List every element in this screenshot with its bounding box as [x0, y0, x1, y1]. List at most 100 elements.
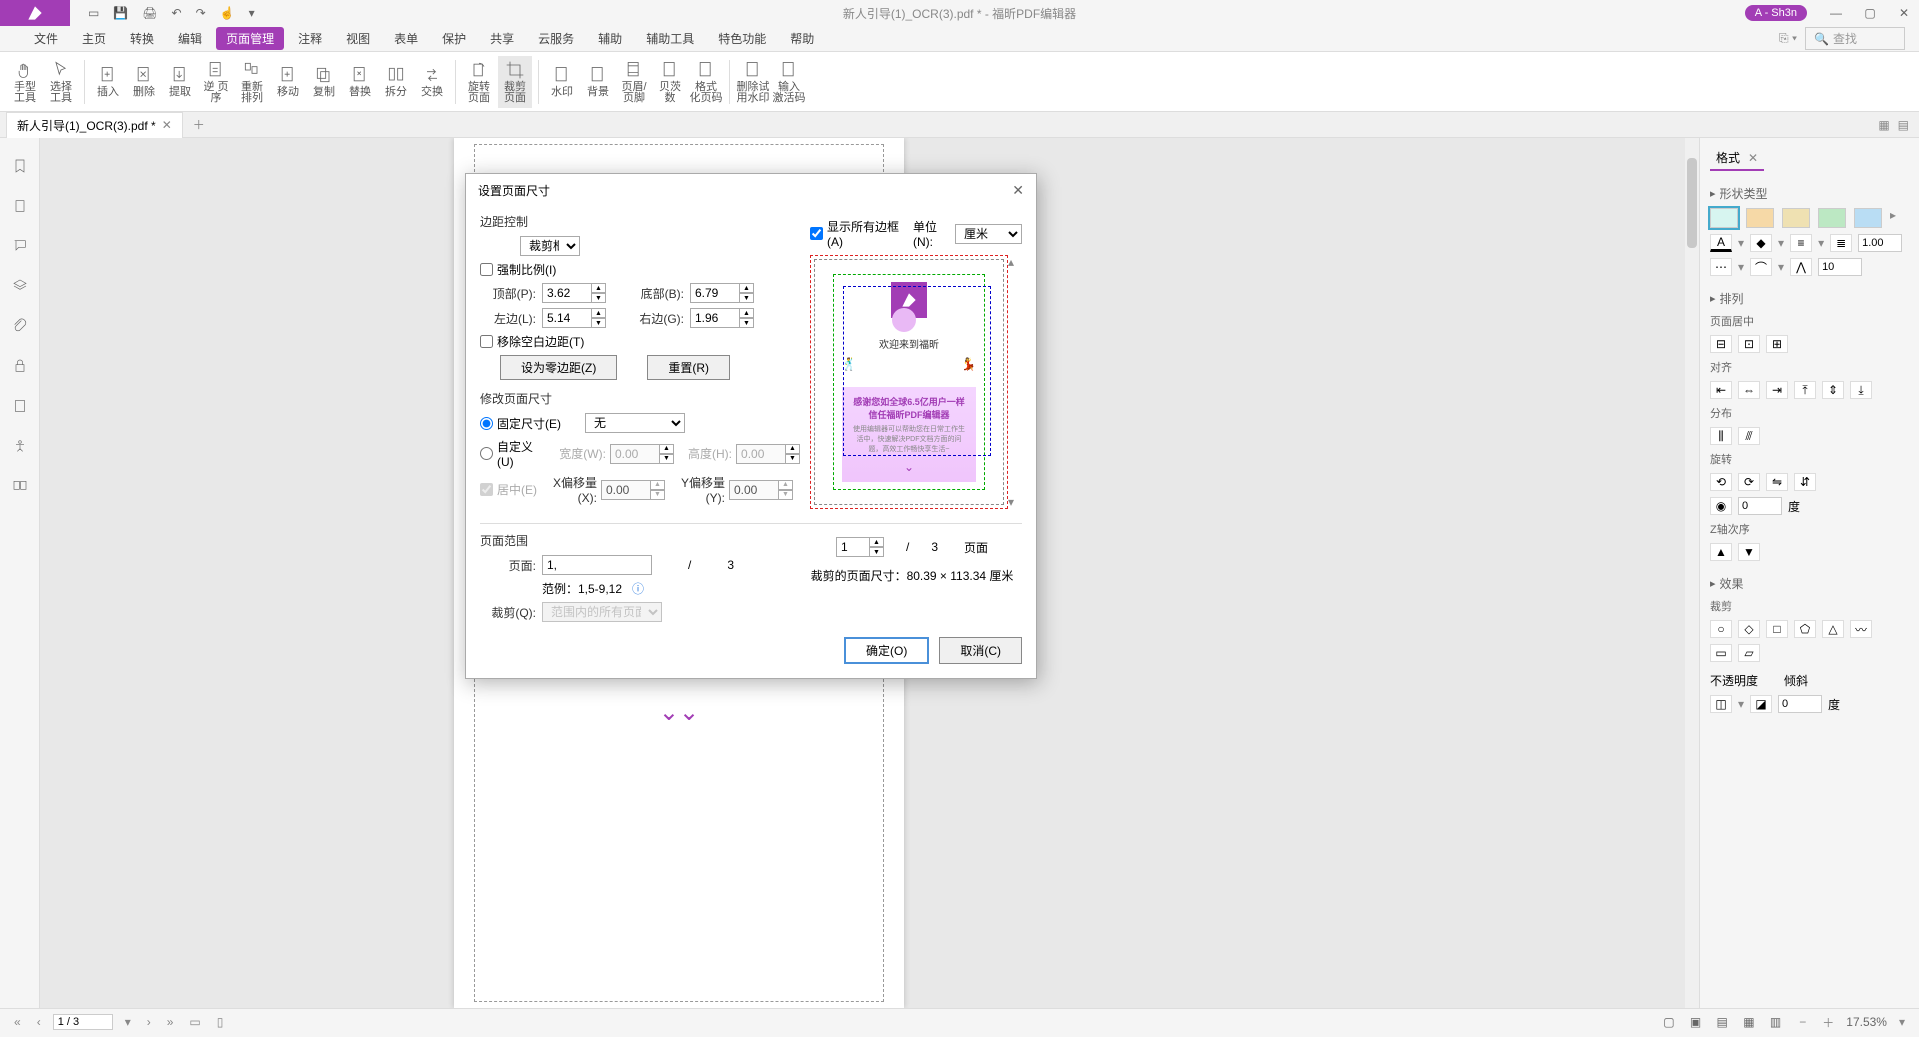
ribbon-reverse[interactable]: 逆 页序: [199, 56, 233, 108]
swatch-4[interactable]: [1818, 208, 1846, 228]
align-bottom-button[interactable]: ⤓: [1850, 381, 1872, 399]
tilt-input[interactable]: [1778, 695, 1822, 713]
ribbon-select-tool[interactable]: 选择 工具: [44, 56, 78, 108]
ribbon-mode-icon[interactable]: ⎘ ▾: [1779, 31, 1797, 46]
minimize-button[interactable]: —: [1821, 0, 1851, 26]
vertical-scrollbar[interactable]: [1685, 138, 1699, 1008]
crop-shape-6[interactable]: 〰: [1850, 620, 1872, 638]
zoom-level[interactable]: 17.53%: [1846, 1015, 1887, 1029]
remove-white-checkbox[interactable]: [480, 335, 493, 348]
zoom-in-button[interactable]: ＋: [1818, 1014, 1838, 1031]
accessibility-icon[interactable]: [12, 438, 28, 454]
grid-view-icon[interactable]: ▦: [1878, 118, 1889, 132]
ribbon-header-footer[interactable]: 页眉/ 页脚: [617, 56, 651, 108]
rotate-right-button[interactable]: ⟳: [1738, 473, 1760, 491]
preview-scroll-up[interactable]: ▴: [1008, 255, 1022, 269]
menu-home[interactable]: 主页: [72, 27, 116, 50]
dash-button[interactable]: ⋯: [1710, 258, 1732, 276]
document-tab[interactable]: 新人引导(1)_OCR(3).pdf * ✕: [6, 112, 183, 138]
crop-shape-5[interactable]: △: [1822, 620, 1844, 638]
crop-shape-8[interactable]: ▱: [1738, 644, 1760, 662]
menu-convert[interactable]: 转换: [120, 27, 164, 50]
security-icon[interactable]: [12, 358, 28, 374]
maximize-button[interactable]: ▢: [1855, 0, 1885, 26]
send-back-button[interactable]: ▼: [1738, 543, 1760, 561]
layout-icons[interactable]: ▢ ▣ ▤ ▦ ▥: [1663, 1015, 1787, 1029]
line-style-button[interactable]: ≡: [1790, 234, 1812, 252]
zoom-out-button[interactable]: −: [1795, 1015, 1810, 1029]
ribbon-page-number[interactable]: 格式 化页码: [689, 56, 723, 108]
show-all-boxes-checkbox[interactable]: [810, 227, 823, 240]
menu-form[interactable]: 表单: [384, 27, 428, 50]
pages-icon[interactable]: [12, 198, 28, 214]
ribbon-remove-trial-watermark[interactable]: 删除试 用水印: [736, 56, 770, 108]
tilt-icon[interactable]: ◪: [1750, 695, 1772, 713]
page-range-input[interactable]: [542, 555, 652, 575]
line-weight-button[interactable]: ≣: [1830, 234, 1852, 252]
align-middle-button[interactable]: ⇕: [1822, 381, 1844, 399]
dialog-close-button[interactable]: ✕: [1012, 182, 1024, 199]
bottom-input[interactable]: [690, 283, 740, 303]
menu-protect[interactable]: 保护: [432, 27, 476, 50]
swatch-3[interactable]: [1782, 208, 1810, 228]
preview-scroll-down[interactable]: ▾: [1008, 495, 1022, 509]
force-ratio-checkbox[interactable]: [480, 263, 493, 276]
align-left-button[interactable]: ⇤: [1710, 381, 1732, 399]
opacity-icon[interactable]: ◫: [1710, 695, 1732, 713]
ribbon-rotate-page[interactable]: 旋转 页面: [462, 56, 496, 108]
next-page-button[interactable]: ›: [143, 1015, 155, 1029]
flip-h-button[interactable]: ⇋: [1766, 473, 1788, 491]
first-page-button[interactable]: «: [10, 1015, 25, 1029]
preview-page-input[interactable]: [836, 537, 870, 557]
zoom-dropdown[interactable]: ▾: [1895, 1015, 1909, 1029]
reset-button[interactable]: 重置(R): [647, 355, 730, 380]
preview-page-up[interactable]: ▲: [870, 537, 884, 547]
center-h-button[interactable]: ⊟: [1710, 335, 1732, 353]
close-tab-icon[interactable]: ✕: [162, 118, 172, 132]
menu-page-management[interactable]: 页面管理: [216, 27, 284, 50]
swatch-1[interactable]: [1710, 208, 1738, 228]
menu-features[interactable]: 特色功能: [708, 27, 776, 50]
ribbon-crop-page[interactable]: 裁剪 页面: [498, 56, 532, 108]
ribbon-extract[interactable]: 提取: [163, 56, 197, 108]
menu-comment[interactable]: 注释: [288, 27, 332, 50]
menu-assist-tools[interactable]: 辅助工具: [636, 27, 704, 50]
rotate-left-button[interactable]: ⟲: [1710, 473, 1732, 491]
ribbon-duplicate[interactable]: 复制: [307, 56, 341, 108]
swatch-more-icon[interactable]: ▸: [1890, 208, 1896, 228]
layers-icon[interactable]: [12, 278, 28, 294]
view-mode-1[interactable]: ▭: [185, 1015, 204, 1029]
ribbon-background[interactable]: 背景: [581, 56, 615, 108]
distribute-h-button[interactable]: ⫼: [1710, 427, 1732, 445]
align-top-button[interactable]: ⤒: [1794, 381, 1816, 399]
center-v-button[interactable]: ⊡: [1738, 335, 1760, 353]
menu-cloud[interactable]: 云服务: [528, 27, 584, 50]
left-down[interactable]: ▼: [592, 318, 606, 328]
info-icon[interactable]: ⓘ: [632, 580, 644, 597]
right-up[interactable]: ▲: [740, 308, 754, 318]
preview-page-down[interactable]: ▼: [870, 547, 884, 557]
cancel-button[interactable]: 取消(C): [939, 637, 1022, 664]
right-input[interactable]: [690, 308, 740, 328]
font-color-button[interactable]: A: [1710, 234, 1732, 252]
ribbon-insert[interactable]: 插入: [91, 56, 125, 108]
comment-icon[interactable]: [12, 238, 28, 254]
miter-input[interactable]: [1818, 258, 1862, 276]
menu-help[interactable]: 帮助: [780, 27, 824, 50]
open-icon[interactable]: ▭: [88, 6, 99, 20]
cap-button[interactable]: ⌒: [1750, 258, 1772, 276]
fixed-size-select[interactable]: 无: [585, 413, 685, 433]
box-type-select[interactable]: 裁剪框: [520, 236, 580, 256]
align-right-button[interactable]: ⇥: [1766, 381, 1788, 399]
format-tab[interactable]: 格式 ✕: [1710, 146, 1764, 171]
ribbon-hand-tool[interactable]: 手型 工具: [8, 56, 42, 108]
ribbon-move[interactable]: 移动: [271, 56, 305, 108]
bring-front-button[interactable]: ▲: [1710, 543, 1732, 561]
top-up[interactable]: ▲: [592, 283, 606, 293]
save-icon[interactable]: 💾: [113, 6, 128, 20]
align-center-button[interactable]: ⇔: [1738, 381, 1760, 399]
zero-margin-button[interactable]: 设为零边距(Z): [500, 355, 617, 380]
more-icon[interactable]: ▾: [249, 6, 255, 20]
bottom-up[interactable]: ▲: [740, 283, 754, 293]
menu-assist[interactable]: 辅助: [588, 27, 632, 50]
